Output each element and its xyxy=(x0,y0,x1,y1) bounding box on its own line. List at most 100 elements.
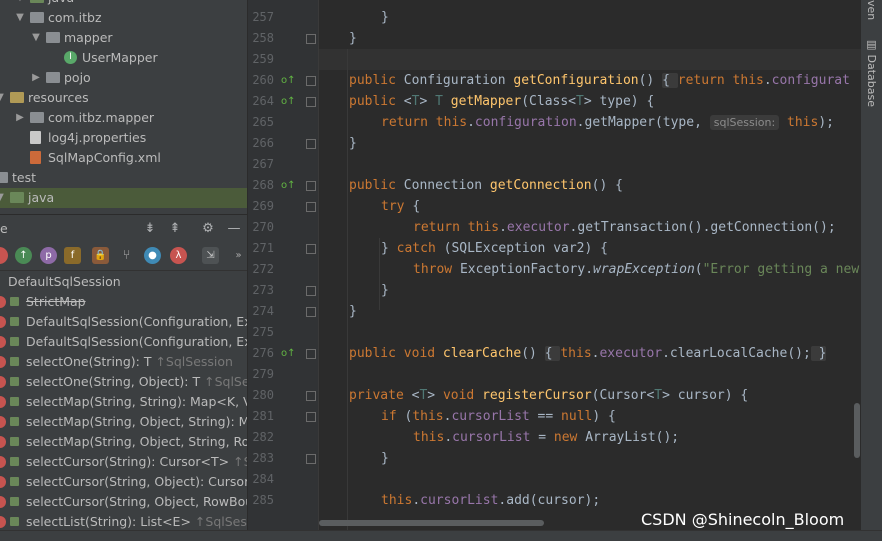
line-number: 257 xyxy=(252,10,274,24)
chevron-right-icon[interactable]: ▶ xyxy=(30,68,42,88)
code-line: } xyxy=(349,31,357,46)
structure-item[interactable]: selectMap(String, String): Map<K, V> ↑ xyxy=(0,392,247,412)
tree-item[interactable]: ▼ java xyxy=(0,188,247,208)
visibility-icon xyxy=(10,517,19,526)
implements-icon[interactable]: o↑ xyxy=(281,70,297,91)
source-folder-icon xyxy=(30,0,44,3)
tree-item[interactable]: I UserMapper xyxy=(0,48,247,68)
code-line: } xyxy=(381,10,389,25)
anonymous-classes-icon[interactable]: ⑂ xyxy=(118,247,135,264)
fold-marker-icon[interactable] xyxy=(306,391,316,401)
structure-item[interactable]: StrictMap xyxy=(0,292,247,312)
tree-item[interactable]: ▶ com.itbz.mapper xyxy=(0,108,247,128)
xml-file-icon xyxy=(30,151,41,164)
chevron-right-icon[interactable]: ▶ xyxy=(14,108,26,128)
tree-item[interactable]: ▼test xyxy=(0,168,247,188)
non-public-icon[interactable]: 🔒 xyxy=(92,247,109,264)
visibility-icon xyxy=(10,497,19,506)
fold-marker-icon[interactable] xyxy=(306,307,316,317)
tree-item[interactable]: log4j.properties xyxy=(0,128,247,148)
properties-icon[interactable]: p xyxy=(40,247,57,264)
structure-item-label: selectList(String): List<E> ↑SqlSession xyxy=(26,514,247,529)
structure-item[interactable]: selectMap(String, Object, String): Map xyxy=(0,412,247,432)
tree-item[interactable]: SqlMapConfig.xml xyxy=(0,148,247,168)
structure-header: e ⇟ ⇞ ⚙ — xyxy=(0,214,247,243)
method-icon xyxy=(0,436,6,448)
chevron-down-icon[interactable]: ▼ xyxy=(14,8,26,28)
maven-tab[interactable]: ven xyxy=(865,0,878,20)
collapse-all-icon[interactable]: ⇞ xyxy=(167,221,183,236)
structure-item[interactable]: selectCursor(String, Object): Cursor<T xyxy=(0,472,247,492)
code-editor[interactable]: }} public Configuration getConfiguration(… xyxy=(319,0,861,530)
implements-icon[interactable]: o↑ xyxy=(281,175,297,196)
tree-item[interactable]: ▼ resources xyxy=(0,88,247,108)
fold-marker-icon[interactable] xyxy=(306,76,316,86)
structure-item[interactable]: selectCursor(String): Cursor<T> ↑SqlS xyxy=(0,452,247,472)
editor-horizontal-scrollbar[interactable] xyxy=(319,520,544,526)
fields-icon[interactable]: f xyxy=(64,247,81,264)
tree-item[interactable]: ▼ com.itbz xyxy=(0,8,247,28)
line-number: 282 xyxy=(252,430,274,444)
navigate-icon[interactable]: ● xyxy=(144,247,161,264)
tree-item[interactable]: ▼ mapper xyxy=(0,28,247,48)
code-line: } xyxy=(381,283,389,298)
line-number: 280 xyxy=(252,388,274,402)
structure-item-label: selectMap(String, Object, String, RowB xyxy=(26,434,247,449)
fold-marker-icon[interactable] xyxy=(306,286,316,296)
line-number: 266 xyxy=(252,136,274,150)
tree-item[interactable]: ▶ pojo xyxy=(0,68,247,88)
fold-marker-icon[interactable] xyxy=(306,34,316,44)
chevron-down-icon[interactable]: ▼ xyxy=(0,188,6,208)
line-number: 275 xyxy=(252,325,274,339)
chevron-down-icon[interactable]: ▼ xyxy=(0,88,6,108)
visibility-icon xyxy=(10,297,19,306)
code-line: private <T> void registerCursor(Cursor<T… xyxy=(349,388,749,403)
current-line-highlight xyxy=(319,49,861,70)
line-number: 269 xyxy=(252,199,274,213)
fold-marker-icon[interactable] xyxy=(306,202,316,212)
fold-marker-icon[interactable] xyxy=(306,97,316,107)
gear-icon[interactable]: ⚙ xyxy=(200,221,216,236)
editor-gutter: 257 258 259 260 o↑ 264 o↑ 265 266 267 268 o↑ 269 270 2… xyxy=(248,0,319,530)
tree-item-label: com.itbz.mapper xyxy=(48,110,155,125)
chevron-down-icon[interactable]: ▼ xyxy=(14,0,26,8)
structure-root[interactable]: DefaultSqlSession xyxy=(0,272,247,292)
code-line: throw ExceptionFactory.wrapException("Er… xyxy=(413,262,860,277)
inherited-icon[interactable]: ↑ xyxy=(15,247,32,264)
package-icon xyxy=(30,12,44,23)
fold-marker-icon[interactable] xyxy=(306,181,316,191)
database-tab[interactable]: ▤ Database xyxy=(865,38,878,107)
method-icon xyxy=(0,356,6,368)
fold-marker-icon[interactable] xyxy=(306,349,316,359)
implements-icon[interactable]: o↑ xyxy=(281,91,297,112)
source-folder-icon xyxy=(10,192,24,203)
fold-marker-icon[interactable] xyxy=(306,244,316,254)
line-number: 264 xyxy=(252,94,274,108)
sort-icon[interactable] xyxy=(0,247,8,264)
code-line: this.cursorList.add(cursor); xyxy=(381,493,601,508)
visibility-icon xyxy=(10,377,19,386)
structure-item[interactable]: selectCursor(String, Object, RowBound xyxy=(0,492,247,512)
fold-marker-icon[interactable] xyxy=(306,139,316,149)
left-panel: ▼ java ▼ com.itbz ▼ mapper I UserMapper ▶ pojo ▼ re… xyxy=(0,0,247,540)
fold-marker-icon[interactable] xyxy=(306,454,316,464)
structure-item-label: selectMap(String, String): Map<K, V> ↑ xyxy=(26,394,247,409)
structure-item[interactable]: selectMap(String, Object, String, RowB xyxy=(0,432,247,452)
editor-vertical-scrollbar[interactable] xyxy=(854,403,860,458)
line-number: 268 xyxy=(252,178,274,192)
line-number: 272 xyxy=(252,262,274,276)
implements-icon[interactable]: o↑ xyxy=(281,343,297,364)
expand-all-icon[interactable]: ⇟ xyxy=(142,221,158,236)
fold-marker-icon[interactable] xyxy=(306,412,316,422)
lambdas-icon[interactable]: λ xyxy=(170,247,187,264)
structure-item[interactable]: DefaultSqlSession(Configuration, Exec xyxy=(0,332,247,352)
structure-item[interactable]: DefaultSqlSession(Configuration, Exec xyxy=(0,312,247,332)
line-number: 285 xyxy=(252,493,274,507)
structure-item[interactable]: selectList(String): List<E> ↑SqlSession xyxy=(0,512,247,532)
structure-item[interactable]: selectOne(String, Object): T ↑SqlSession xyxy=(0,372,247,392)
autoscroll-icon[interactable]: ⇲ xyxy=(202,247,219,264)
code-line: public <T> T getMapper(Class<T> type) { xyxy=(349,94,655,109)
chevron-down-icon[interactable]: ▼ xyxy=(30,28,42,48)
tree-item[interactable]: ▼ java xyxy=(0,0,247,8)
structure-item[interactable]: selectOne(String): T ↑SqlSession xyxy=(0,352,247,372)
